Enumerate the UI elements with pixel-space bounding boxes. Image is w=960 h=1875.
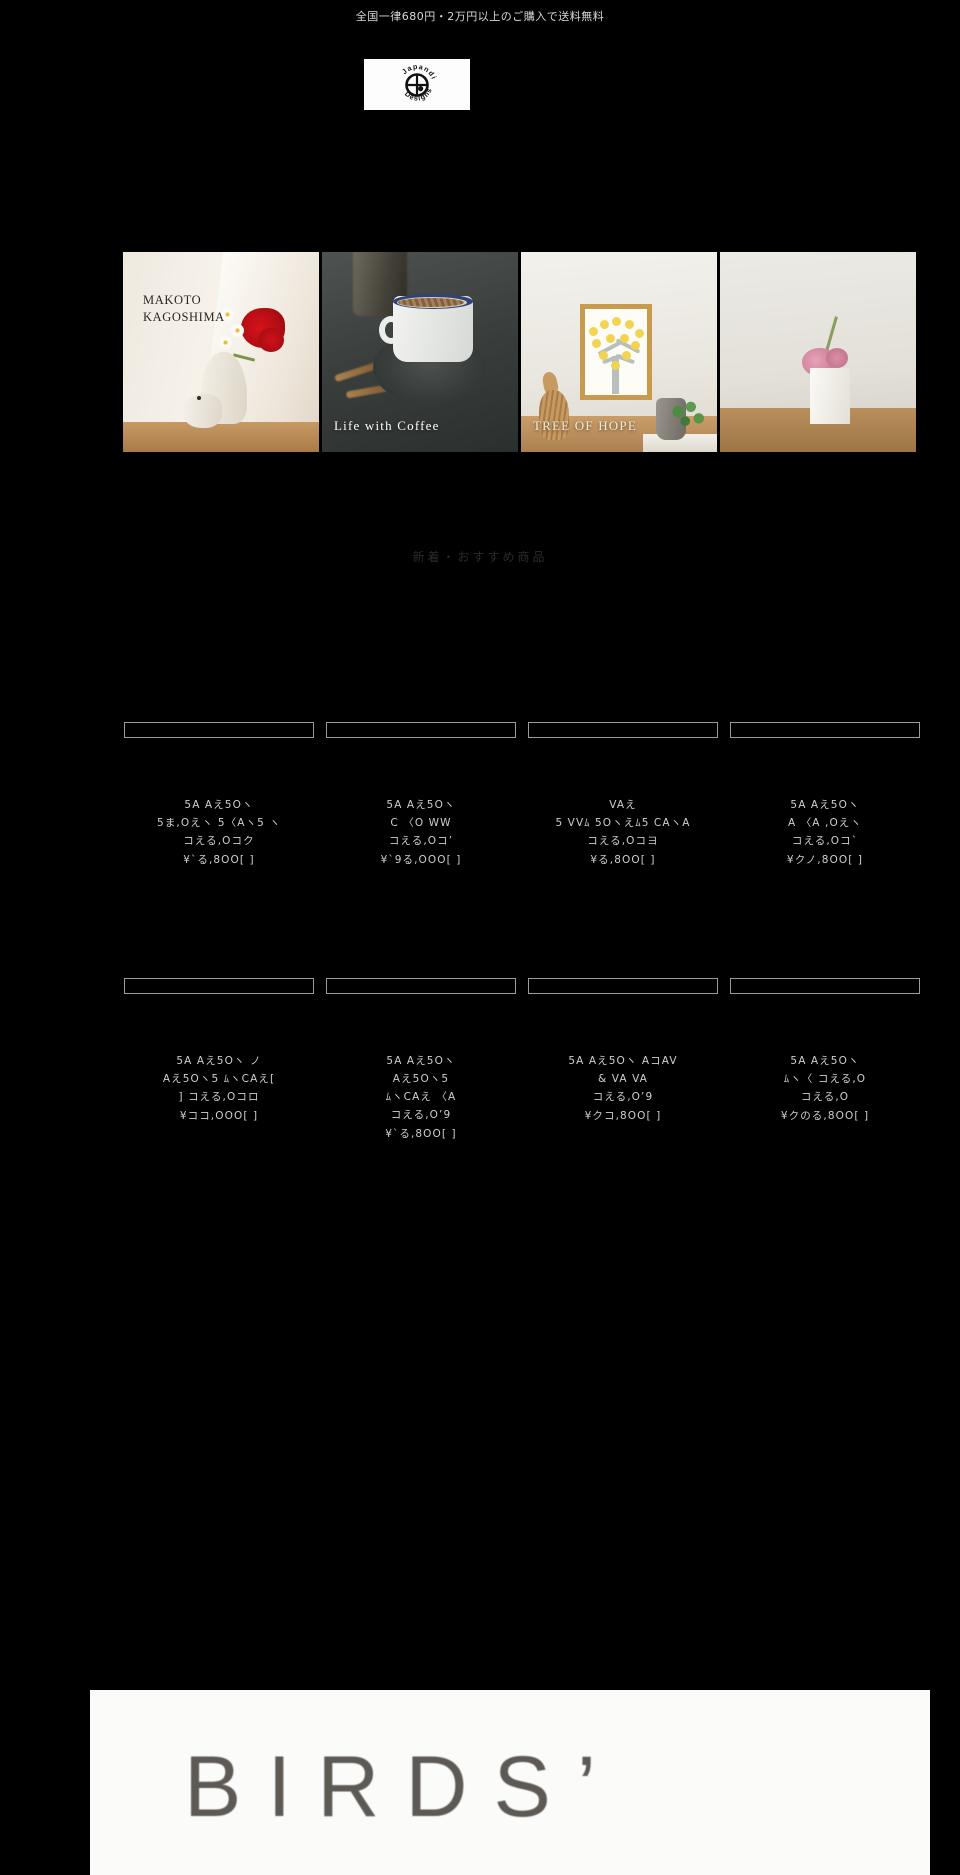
product-thumbnail[interactable]: [326, 978, 516, 994]
decor-leaf-dot: [612, 317, 622, 327]
product-thumbnail[interactable]: [730, 978, 920, 994]
product-card[interactable]: 5A Aえ5Oヽ 5ま,Oえヽ 5〈Aヽ5 ヽ コえる,Oコク ¥`る,8OO[…: [124, 722, 314, 867]
decor-leaf-dot: [592, 338, 602, 348]
product-card[interactable]: 5A Aえ5Oヽ ﾑヽ〈 コえる,O コえる,O ¥クのる,8OO[ ]: [730, 978, 920, 1123]
japandi-logo-icon: Japandi Designs: [394, 62, 440, 108]
product-price: ¥クコ,8OO[ ]: [584, 1110, 662, 1123]
decor-leaf-dot: [610, 360, 620, 370]
decor-daisy: [230, 324, 244, 337]
carousel-slide-makoto-kagoshima[interactable]: MAKOTO KAGOSHIMA: [123, 252, 319, 452]
decor-pink-flower-small: [825, 348, 848, 368]
decor-leaf-dot: [588, 327, 598, 337]
product-price: ¥`る,8OO[ ]: [385, 1128, 457, 1141]
product-thumbnail[interactable]: [730, 722, 920, 738]
product-thumbnail[interactable]: [528, 978, 718, 994]
product-thumbnail[interactable]: [528, 722, 718, 738]
decor-daisy: [219, 336, 233, 349]
decor-leaf-dot: [634, 328, 644, 338]
carousel-caption-line1: MAKOTO: [143, 293, 202, 307]
hero-carousel[interactable]: MAKOTO KAGOSHIMA Life with Coffee TREE O…: [123, 252, 960, 452]
product-card[interactable]: 5A Aえ5Oヽ Aえ5Oヽ5 ﾑヽCAえ 〈A コえる,O’9 ¥`る,8OO…: [326, 978, 516, 1141]
product-price: ¥`る,8OO[ ]: [183, 854, 255, 867]
product-thumbnail[interactable]: [124, 978, 314, 994]
product-price: ¥クノ,8OO[ ]: [786, 854, 864, 867]
product-card[interactable]: 5A Aえ5Oヽ A 〈A ,Oえヽ コえる,Oコ` ¥クノ,8OO[ ]: [730, 722, 920, 867]
carousel-caption: MAKOTO KAGOSHIMA: [143, 292, 225, 326]
product-title: 5A Aえ5Oヽ 5ま,Oえヽ 5〈Aヽ5 ヽ コえる,Oコク: [157, 799, 281, 848]
decor-ivy-plant: [666, 398, 707, 432]
product-title: 5A Aえ5Oヽ C 〈O WW コえる,Oコ’: [386, 799, 456, 848]
product-title: 5A Aえ5Oヽ A 〈A ,Oえヽ コえる,Oコ`: [787, 799, 863, 848]
announcement-text: 全国一律680円・2万円以上のご購入で送料無料: [355, 10, 605, 23]
product-card[interactable]: 5A Aえ5Oヽ AコAV & VA VA コえる,O’9 ¥クコ,8OO[ ]: [528, 978, 718, 1123]
product-card[interactable]: 5A Aえ5Oヽ C 〈O WW コえる,Oコ’ ¥`9る,OOO[ ]: [326, 722, 516, 867]
carousel-slide-next[interactable]: [720, 252, 916, 452]
product-title: 5A Aえ5Oヽ AコAV & VA VA コえる,O’9: [568, 1055, 678, 1104]
svg-text:Japandi: Japandi: [400, 62, 439, 81]
page-root: 全国一律680円・2万円以上のご購入で送料無料 Japandi Designs: [0, 0, 960, 1875]
decor-leaf-dot: [624, 320, 634, 330]
carousel-caption-line2: KAGOSHIMA: [143, 309, 225, 324]
decor-leaf-dot: [622, 350, 632, 360]
decor-bird-vase-head: [181, 394, 222, 428]
decor-grass-stem: [824, 316, 838, 352]
decor-tree-poster: [584, 312, 646, 396]
decor-white-vase: [810, 368, 851, 424]
carousel-slide-life-with-coffee[interactable]: Life with Coffee: [322, 252, 518, 452]
decor-leaf-dot: [599, 320, 609, 330]
decor-leaf-dot: [619, 333, 629, 343]
product-card[interactable]: VAえ 5 VVﾑ 5Oヽえﾑ5 CAヽA コえる,Oコヨ ¥る,8OO[ ]: [528, 722, 718, 867]
decor-leaf-dot: [606, 333, 616, 343]
product-price: ¥`9る,OOO[ ]: [380, 854, 462, 867]
decor-leaf-dot: [598, 350, 608, 360]
product-grid-row-1: 5A Aえ5Oヽ 5ま,Oえヽ 5〈Aヽ5 ヽ コえる,Oコク ¥`る,8OO[…: [0, 722, 960, 972]
decor-leaf-dot: [630, 340, 640, 350]
product-title: 5A Aえ5Oヽ Aえ5Oヽ5 ﾑヽCAえ 〈A コえる,O’9: [385, 1055, 457, 1122]
product-price: ¥クのる,8OO[ ]: [780, 1110, 870, 1123]
product-title: 5A Aえ5Oヽ ノ Aえ5Oヽ5 ﾑヽCAえ[ ] コえる,Oコロ: [162, 1055, 276, 1104]
site-logo[interactable]: Japandi Designs: [364, 59, 470, 110]
product-price: ¥る,8OO[ ]: [590, 854, 656, 867]
product-thumbnail[interactable]: [326, 722, 516, 738]
decor-wood-table: [123, 422, 319, 452]
product-title: VAえ 5 VVﾑ 5Oヽえﾑ5 CAヽA コえる,Oコヨ: [555, 799, 691, 848]
product-thumbnail[interactable]: [124, 722, 314, 738]
product-title: 5A Aえ5Oヽ ﾑヽ〈 コえる,O コえる,O: [783, 1055, 867, 1104]
product-price: ¥ココ,OOO[ ]: [179, 1110, 259, 1123]
decor-chocolate-topping: [398, 298, 465, 307]
section-heading: 新着・おすすめ商品: [412, 550, 548, 564]
birds-banner-text: BIRDS’: [184, 1739, 622, 1835]
carousel-caption: TREE OF HOPE: [533, 418, 637, 433]
announcement-bar: 全国一律680円・2万円以上のご購入で送料無料: [0, 0, 960, 32]
birds-banner[interactable]: BIRDS’: [90, 1690, 930, 1875]
carousel-caption: Life with Coffee: [334, 418, 440, 433]
product-card[interactable]: 5A Aえ5Oヽ ノ Aえ5Oヽ5 ﾑヽCAえ[ ] コえる,Oコロ ¥ココ,O…: [124, 978, 314, 1123]
product-grid-row-2: 5A Aえ5Oヽ ノ Aえ5Oヽ5 ﾑヽCAえ[ ] コえる,Oコロ ¥ココ,O…: [0, 978, 960, 1228]
carousel-slide-tree-of-hope[interactable]: TREE OF HOPE: [521, 252, 717, 452]
